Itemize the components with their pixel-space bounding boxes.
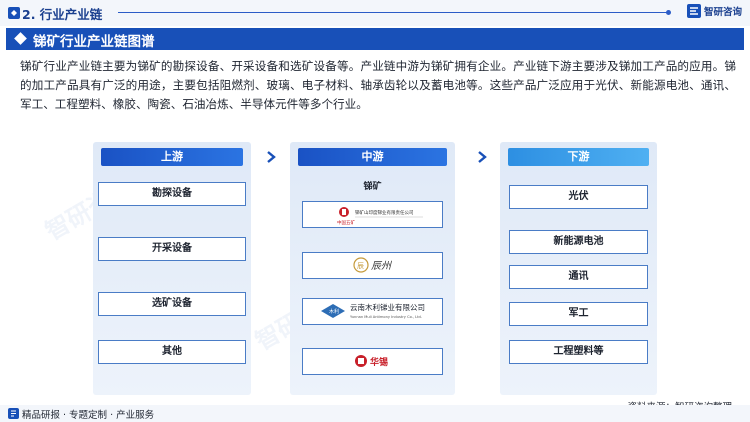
- company-logo-huaxi: 华锡: [302, 348, 443, 375]
- brand: 智研咨询: [686, 4, 742, 18]
- upstream-item: 其他: [98, 340, 246, 364]
- upstream-title: 上游: [101, 148, 243, 166]
- top-header: 2. 行业产业链 智研咨询: [0, 0, 750, 26]
- brand-name: 智研咨询: [703, 7, 742, 18]
- upstream-item: 选矿设备: [98, 292, 246, 316]
- section-title: 2. 行业产业链: [22, 7, 103, 22]
- muli-subcaption: Yunnan Muli Antimony Industry Co., Ltd.: [350, 315, 422, 319]
- chenzhou-logo-icon: 辰 辰州: [353, 257, 393, 273]
- midstream-title: 中游: [298, 148, 447, 166]
- downstream-item: 光伏: [509, 185, 648, 209]
- title-banner: 锑矿行业产业链图谱: [6, 28, 744, 50]
- upstream-item: 勘探设备: [98, 182, 246, 206]
- company-logo-muli: 木利 云南木利锑业有限公司 Yunnan Muli Antimony Indus…: [302, 298, 443, 325]
- muli-caption: 云南木利锑业有限公司: [350, 302, 425, 312]
- huaxi-logo-icon: 华锡: [355, 355, 388, 368]
- muli-name: 木利: [329, 308, 339, 315]
- company-logo-chenzhou: 辰 辰州: [302, 252, 443, 279]
- minmetals-name: 中国五矿: [337, 219, 355, 226]
- upstream-column: 上游 勘探设备 开采设备 选矿设备 其他: [93, 142, 251, 395]
- muli-logo-icon: 木利 云南木利锑业有限公司 Yunnan Muli Antimony Indus…: [321, 302, 425, 319]
- header-rule: [118, 10, 671, 15]
- intro-paragraph: 锑矿行业产业链主要为锑矿的勘探设备、开采设备和选矿设备等。产业链中游为锑矿拥有企…: [20, 59, 736, 111]
- midstream-label: 锑矿: [363, 182, 382, 192]
- minmetals-caption: 锑矿山印度锑业有限责任公司: [355, 209, 414, 216]
- downstream-item: 工程塑料等: [509, 340, 648, 364]
- downstream-item: 新能源电池: [509, 230, 648, 254]
- section-icon: [8, 7, 20, 19]
- chevron-right-icon: [478, 151, 487, 163]
- huaxi-name: 华锡: [370, 356, 388, 368]
- diamond-icon: [14, 32, 27, 45]
- minmetals-logo-icon: 中国五矿 锑矿山印度锑业有限责任公司: [337, 207, 423, 226]
- downstream-title: 下游: [508, 148, 649, 166]
- page-title: 锑矿行业产业链图谱: [33, 34, 155, 50]
- svg-text:辰: 辰: [357, 262, 364, 270]
- footer-text: 精品研报 · 专题定制 · 产业服务: [22, 410, 155, 421]
- downstream-item: 军工: [509, 302, 648, 326]
- chenzhou-name: 辰州: [371, 260, 393, 272]
- downstream-item: 通讯: [509, 265, 648, 289]
- chevron-right-icon: [267, 151, 276, 163]
- downstream-column: 下游 光伏 新能源电池 通讯 军工 工程塑料等: [500, 142, 657, 395]
- upstream-item: 开采设备: [98, 237, 246, 261]
- footer: 精品研报 · 专题定制 · 产业服务: [0, 405, 750, 422]
- company-logo-minmetals: 中国五矿 锑矿山印度锑业有限责任公司: [302, 201, 443, 228]
- brand-logo-icon: [686, 4, 701, 18]
- report-icon: [8, 408, 19, 419]
- midstream-column: 中游 锑矿 中国五矿 锑矿山印度锑业有限责任公司 辰 辰州 木利 云南木利锑业有…: [290, 142, 455, 395]
